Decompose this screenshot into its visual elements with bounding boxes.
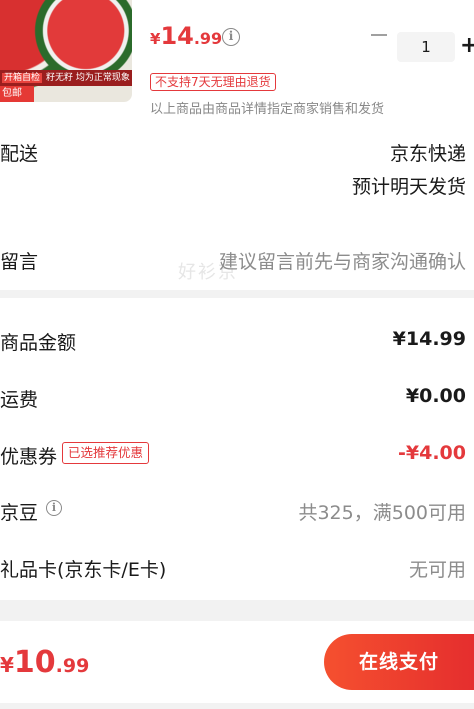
free-shipping-badge: 包邮 bbox=[0, 86, 34, 102]
thumbnail-caption: 开箱自检 籽无籽 均为正常现象 bbox=[0, 70, 132, 86]
beans-info-icon[interactable]: i bbox=[46, 500, 62, 516]
total-symbol: ¥ bbox=[0, 653, 14, 677]
total-price: ¥ 10 .99 bbox=[0, 645, 89, 680]
order-item-card: 开箱自检 籽无籽 均为正常现象 包邮 ¥ 14 .99 i 1 + 不支持7天无理… bbox=[0, 0, 474, 290]
price-integer: 14 bbox=[160, 22, 194, 50]
return-policy-tag: 不支持7天无理由退货 bbox=[150, 73, 276, 91]
coupon-value[interactable]: -¥4.00 bbox=[398, 442, 466, 464]
product-price: ¥ 14 .99 bbox=[150, 22, 222, 54]
total-integer: 10 bbox=[13, 645, 56, 680]
total-decimal: .99 bbox=[55, 655, 90, 677]
quantity-input[interactable]: 1 bbox=[397, 32, 455, 62]
goods-amount-value: ¥14.99 bbox=[392, 328, 466, 350]
gift-card-label: 礼品卡(京东卡/E卡) bbox=[0, 559, 167, 581]
coupon-label: 优惠券 bbox=[0, 446, 58, 468]
jd-beans-value[interactable]: 共325，满500可用 bbox=[298, 498, 466, 525]
delivery-eta: 预计明天发货 bbox=[351, 176, 466, 198]
quantity-increase-button[interactable]: + bbox=[460, 34, 474, 58]
price-decimal: .99 bbox=[193, 29, 223, 48]
gift-card-value[interactable]: 无可用 bbox=[409, 555, 466, 582]
product-thumbnail[interactable]: 开箱自检 籽无籽 均为正常现象 包邮 bbox=[0, 0, 132, 102]
coupon-recommended-tag: 已选推荐优惠 bbox=[62, 442, 150, 464]
price-info-icon[interactable]: i bbox=[222, 28, 240, 46]
shipping-fee-label: 运费 bbox=[0, 389, 39, 411]
price-symbol: ¥ bbox=[150, 30, 161, 48]
seller-note: 以上商品由商品详情指定商家销售和发货 bbox=[150, 102, 385, 117]
goods-amount-label: 商品金额 bbox=[0, 332, 77, 354]
thumbnail-caption-text: 籽无籽 均为正常现象 bbox=[46, 73, 130, 83]
shipping-fee-value: ¥0.00 bbox=[405, 385, 466, 407]
minus-icon bbox=[371, 34, 387, 36]
jd-beans-label: 京豆 bbox=[0, 502, 39, 524]
message-label: 留言 bbox=[0, 251, 39, 273]
quantity-decrease-button[interactable] bbox=[366, 24, 392, 44]
delivery-carrier[interactable]: 京东快递 bbox=[390, 139, 466, 166]
pay-online-button[interactable]: 在线支付 bbox=[324, 634, 474, 690]
thumbnail-caption-tag: 开箱自检 bbox=[2, 73, 43, 83]
delivery-label: 配送 bbox=[0, 143, 39, 165]
message-input[interactable]: 建议留言前先与商家沟通确认 bbox=[219, 247, 466, 274]
